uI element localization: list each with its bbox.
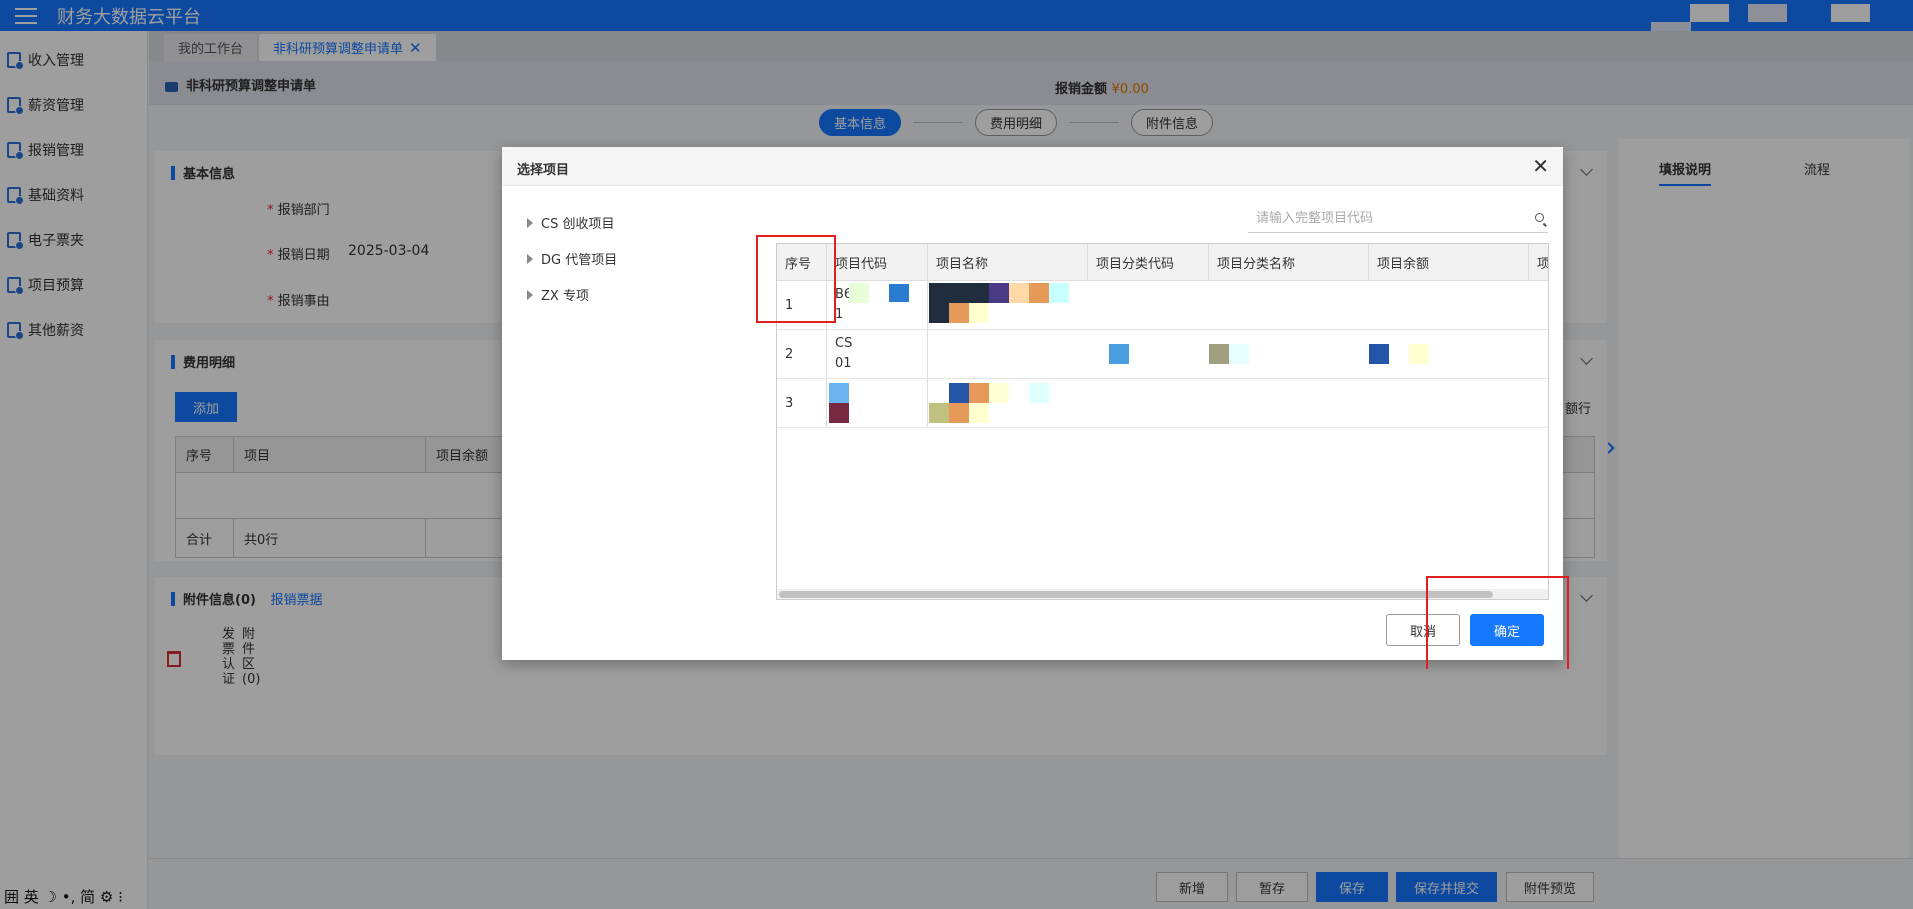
highlight-box-row	[756, 235, 836, 323]
col-header: 项目分类名称	[1209, 244, 1369, 280]
redacted-block	[949, 383, 969, 403]
redacted-block	[989, 383, 1009, 403]
redacted-block	[949, 303, 969, 323]
col-header: 项目代码	[827, 244, 928, 280]
redacted-block	[1029, 283, 1049, 303]
close-icon[interactable]: ✕	[1532, 156, 1549, 176]
table-row[interactable]: 2 CS 01	[777, 330, 1548, 379]
caret-right-icon	[527, 217, 533, 228]
search-input[interactable]	[1248, 205, 1518, 231]
redacted-block	[969, 303, 989, 323]
search-icon[interactable]	[1535, 213, 1544, 222]
project-table: 序号 项目代码 项目名称 项目分类代码 项目分类名称 项目余额 项 1 B6 1…	[776, 243, 1549, 600]
redacted-block	[989, 283, 1009, 303]
tree-item-zx[interactable]: ZX 专项	[527, 285, 589, 304]
tree-item-dg[interactable]: DG 代管项目	[527, 249, 617, 268]
table-row[interactable]: 3	[777, 379, 1548, 428]
row-number: 3	[777, 379, 827, 427]
redacted-block	[829, 403, 849, 423]
redacted-block	[829, 383, 849, 403]
select-project-modal: 选择项目 ✕ CS 创收项目 DG 代管项目 ZX 专项 序号 项目代码 项目名…	[502, 147, 1569, 669]
redacted-block	[1049, 283, 1069, 303]
project-search	[1248, 205, 1548, 233]
col-header: 项目名称	[928, 244, 1088, 280]
redacted-block	[969, 403, 989, 423]
tree-label: CS 创收项目	[541, 217, 615, 232]
table-row[interactable]: 1 B6 1	[777, 281, 1548, 330]
project-code: CS 01	[827, 330, 928, 378]
redacted-block	[949, 403, 969, 423]
redacted-block	[1009, 283, 1029, 303]
modal-title: 选择项目	[517, 163, 570, 178]
redacted-block	[889, 284, 909, 302]
redacted-block	[1209, 344, 1229, 364]
scrollbar-thumb[interactable]	[779, 591, 1493, 598]
col-header: 项	[1537, 256, 1549, 272]
row-number: 2	[777, 330, 827, 378]
tree-label: DG 代管项目	[541, 253, 618, 268]
redacted-block	[849, 283, 869, 303]
redacted-block	[1229, 344, 1249, 364]
redacted-block	[1029, 383, 1049, 403]
tree-label: ZX 专项	[541, 289, 589, 304]
caret-right-icon	[527, 289, 533, 300]
redacted-block	[1409, 344, 1429, 364]
col-header: 项目分类代码	[1088, 244, 1209, 280]
highlight-box-confirm	[1426, 576, 1569, 669]
modal-header: 选择项目 ✕	[502, 147, 1563, 186]
project-code: B6 1	[827, 281, 928, 329]
redacted-block	[1369, 344, 1389, 364]
tree-item-cs[interactable]: CS 创收项目	[527, 213, 614, 232]
table-header: 序号 项目代码 项目名称 项目分类代码 项目分类名称 项目余额 项	[777, 244, 1548, 281]
redacted-block	[929, 403, 949, 423]
redacted-block	[969, 383, 989, 403]
redacted-block	[1109, 344, 1129, 364]
caret-right-icon	[527, 253, 533, 264]
col-header: 项目余额	[1369, 244, 1529, 280]
